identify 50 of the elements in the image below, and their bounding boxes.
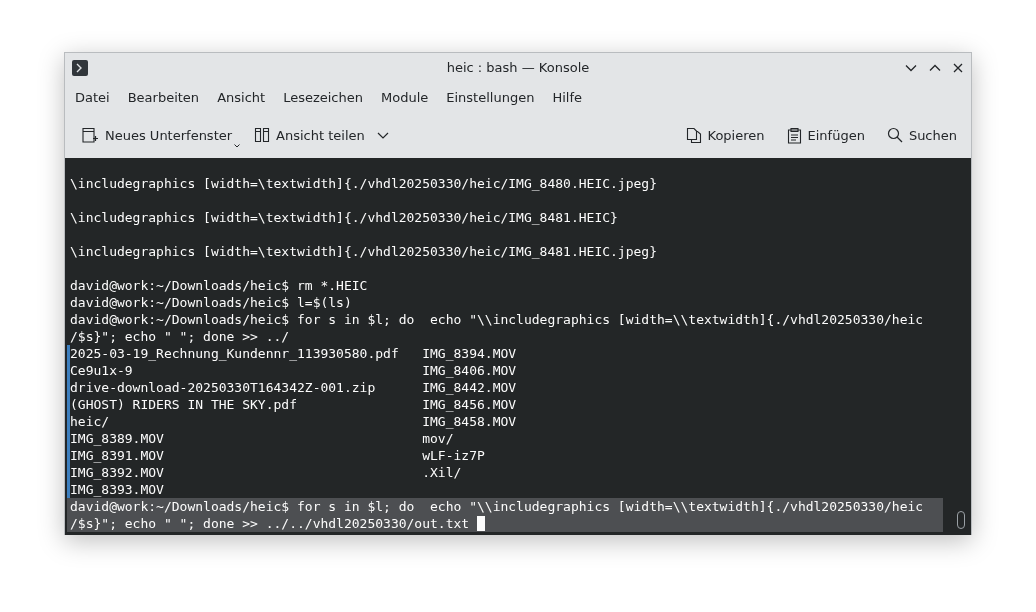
menu-item[interactable]: Ansicht bbox=[217, 89, 282, 105]
terminal-line: david@work:~/Downloads/heic$ rm *.HEIC bbox=[70, 277, 368, 294]
toolbar-button[interactable]: Suchen bbox=[880, 123, 963, 147]
caret-icon bbox=[234, 144, 241, 148]
toolbar-button[interactable]: Einfügen bbox=[780, 122, 871, 148]
file-name: IMG_8389.MOV bbox=[70, 430, 165, 447]
toolbar-button[interactable]: Neues Unterfenster bbox=[75, 122, 239, 148]
new-window-icon bbox=[81, 126, 99, 144]
toolbar-button[interactable]: Kopieren bbox=[679, 122, 771, 148]
terminal-line: david@work:~/Downloads/heic$ for s in $l; do echo "\\includegraphics [width=\\textwidth]{./vhdl20250330/heic bbox=[70, 498, 924, 515]
file-name: IMG_8458.MOV bbox=[422, 413, 517, 430]
copy-icon bbox=[685, 126, 702, 144]
file-name: (GHOST) RIDERS IN THE SKY.pdf bbox=[70, 396, 298, 413]
minimize-icon[interactable] bbox=[905, 63, 917, 72]
file-name: IMG_8391.MOV bbox=[70, 447, 165, 464]
file-name: IMG_8456.MOV bbox=[422, 396, 517, 413]
clipboard-icon bbox=[786, 126, 802, 144]
file-name: wLF-iz7P bbox=[422, 447, 485, 464]
menu-item[interactable]: Hilfe bbox=[552, 89, 598, 105]
file-name: IMG_8442.MOV bbox=[422, 379, 517, 396]
menu-item[interactable]: Lesezeichen bbox=[283, 89, 379, 105]
split-view-icon bbox=[254, 127, 271, 143]
file-name: heic/ bbox=[70, 413, 111, 430]
menu-item[interactable]: Datei bbox=[75, 89, 126, 105]
terminal-line: \includegraphics [width=\textwidth]{./vhdl20250330/heic/IMG_8480.HEIC.jpeg} bbox=[70, 175, 657, 192]
terminal-line: david@work:~/Downloads/heic$ l=$(ls) bbox=[70, 294, 352, 311]
file-name: 2025-03-19_Rechnung_Kundennr_113930580.pdf bbox=[70, 345, 400, 362]
terminal-line: \includegraphics [width=\textwidth]{./vhdl20250330/heic/IMG_8481.HEIC.jpeg} bbox=[70, 243, 657, 260]
terminal-line: /$s}"; echo " "; done >> ../ bbox=[70, 328, 290, 345]
terminal-icon bbox=[72, 59, 88, 76]
file-name: Ce9u1x-9 bbox=[70, 362, 134, 379]
file-name: drive-download-20250330T164342Z-001.zip bbox=[70, 379, 377, 396]
file-name: IMG_8394.MOV bbox=[422, 345, 517, 362]
file-name: .Xil/ bbox=[422, 464, 462, 481]
file-name: IMG_8406.MOV bbox=[422, 362, 517, 379]
menu-item[interactable]: Bearbeiten bbox=[127, 89, 216, 105]
chevron-icon bbox=[376, 131, 389, 139]
file-name: mov/ bbox=[422, 430, 454, 447]
close-icon[interactable] bbox=[953, 62, 963, 73]
toolbar-button[interactable]: Ansicht teilen bbox=[248, 123, 395, 147]
terminal-line: /$s}"; echo " "; done >> ../../vhdl20250330/out.txt bbox=[70, 515, 470, 532]
maximize-icon[interactable] bbox=[929, 63, 941, 72]
file-name: IMG_8392.MOV bbox=[70, 464, 165, 481]
file-name: IMG_8393.MOV bbox=[70, 481, 165, 498]
window-title: heic : bash — Konsole bbox=[446, 60, 590, 75]
menu-item[interactable]: Einstellungen bbox=[446, 89, 551, 105]
search-icon bbox=[886, 127, 903, 143]
terminal-line: david@work:~/Downloads/heic$ for s in $l; do echo "\\includegraphics [width=\\textwidth]{./vhdl20250330/heic bbox=[70, 311, 924, 328]
menu-item[interactable]: Module bbox=[381, 89, 445, 105]
terminal-line: \includegraphics [width=\textwidth]{./vhdl20250330/heic/IMG_8481.HEIC} bbox=[70, 209, 618, 226]
